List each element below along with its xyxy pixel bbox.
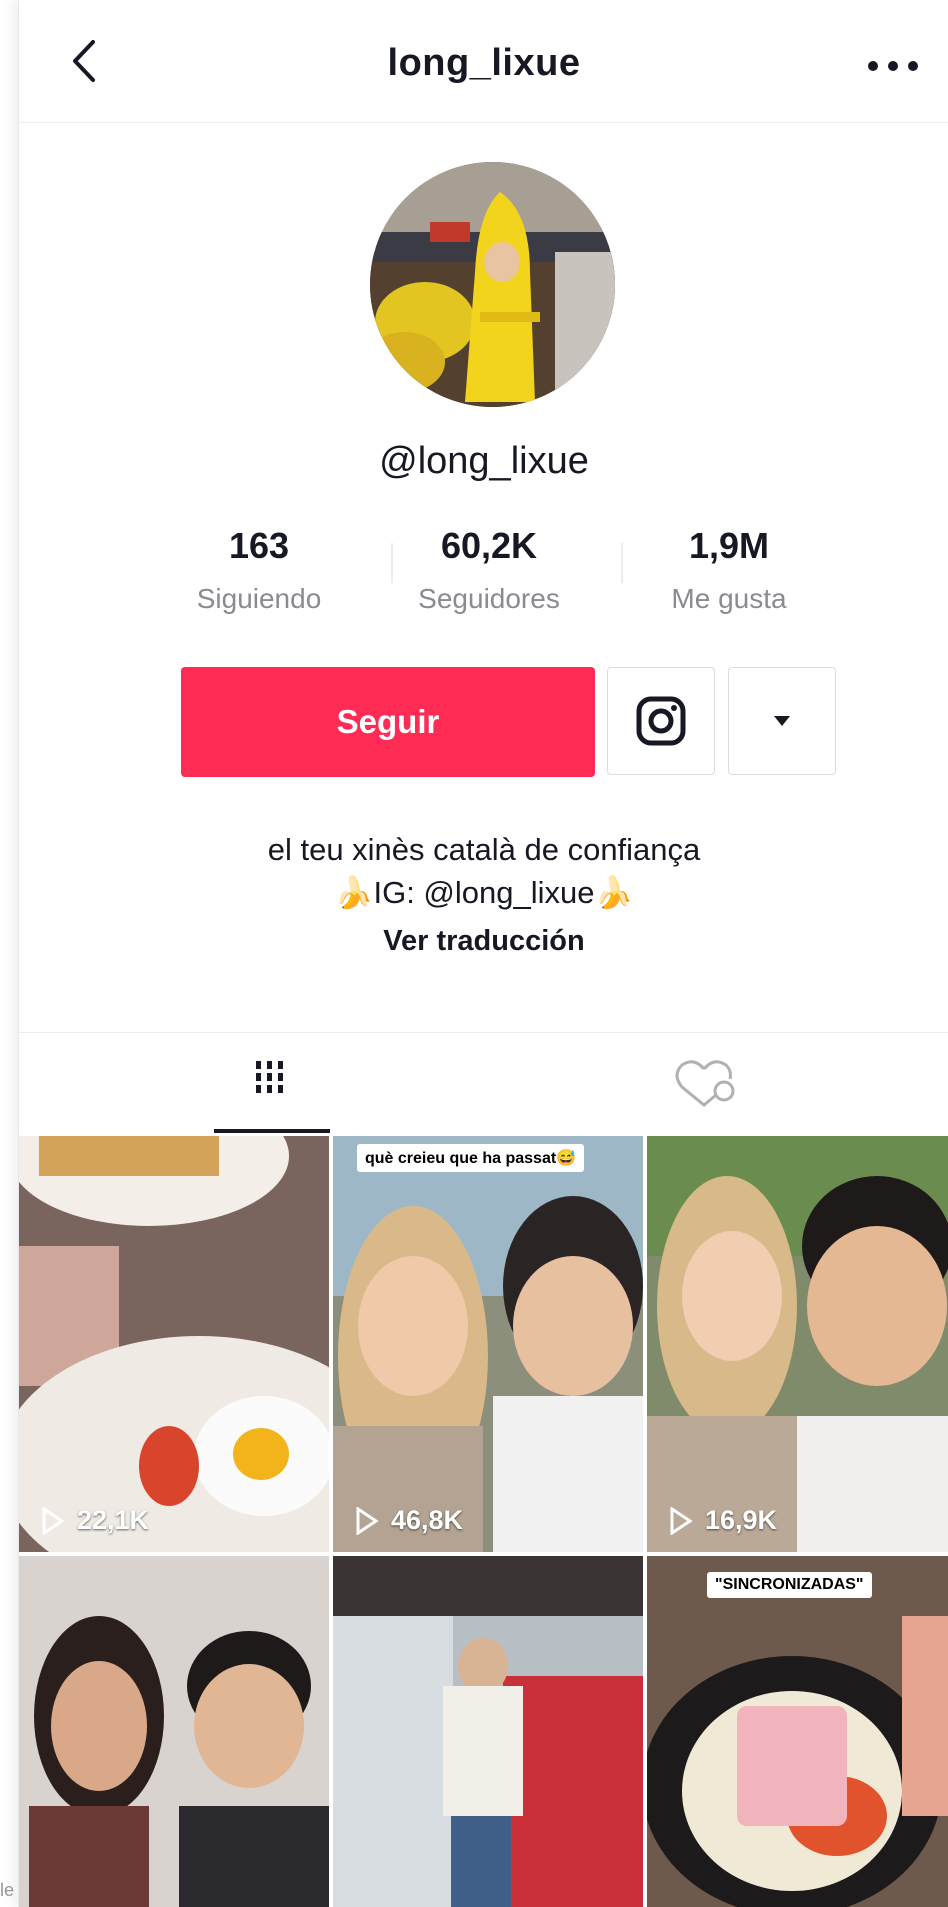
caret-down-icon [774,716,790,726]
avatar[interactable] [370,162,615,407]
view-count-text: 16,9K [705,1505,778,1535]
stat-label: Me gusta [671,583,787,614]
play-icon [670,1506,693,1535]
stat-followers[interactable]: 60,2K Seguidores [389,525,589,615]
stat-likes[interactable]: 1,9M Me gusta [629,525,829,615]
video-thumbnail[interactable] [333,1556,643,1907]
video-thumbnail[interactable]: què creieu que ha passat😅 46,8K [333,1136,643,1552]
username-handle: @long_lixue [379,440,589,482]
view-count: 16,9K [669,1505,777,1536]
video-thumbnail[interactable]: "SINCRONIZADAS" [647,1556,948,1907]
stat-label: Seguidores [418,583,560,614]
view-count-text: 22,1K [77,1505,150,1535]
banana-icon: 🍌 [594,875,634,911]
video-caption: "SINCRONIZADAS" [707,1572,872,1598]
stat-value: 163 [228,525,290,566]
play-icon [356,1506,379,1535]
view-count-text: 46,8K [391,1505,464,1535]
view-count: 46,8K [355,1505,463,1536]
ellipsis-icon [868,61,918,71]
instagram-button[interactable] [607,667,715,775]
heart-lock-icon [675,1060,735,1107]
video-grid: 22,1K què creieu que ha passat😅 46,8K 16… [19,1136,948,1907]
active-tab-indicator [214,1129,330,1133]
video-thumbnail[interactable] [19,1556,329,1907]
tab-videos[interactable] [19,1033,484,1133]
top-bar: long_lixue [19,0,948,123]
profile-stats: 163 Siguiendo 60,2K Seguidores 1,9M Me g… [159,525,819,625]
profile-actions: Seguir [181,667,841,777]
translate-link[interactable]: Ver traducción [19,925,948,958]
banana-icon: 🍌 [334,875,374,911]
bio-line-1: el teu xinès català de confiança [267,832,701,867]
stat-label: Siguiendo [196,583,322,614]
follow-button[interactable]: Seguir [181,667,595,777]
bio: el teu xinès català de confiança 🍌IG: @l… [19,828,948,915]
video-caption: què creieu que ha passat😅 [357,1144,585,1172]
more-options-button[interactable] [863,46,923,86]
tab-liked[interactable] [484,1033,948,1133]
bio-line-2: 🍌IG: @long_lixue🍌 [19,871,948,914]
instagram-icon [636,696,686,746]
stat-divider [621,543,623,583]
view-count: 22,1K [41,1505,149,1536]
video-thumbnail[interactable]: 16,9K [647,1136,948,1552]
stat-value: 1,9M [688,525,770,566]
grid-icon [256,1061,283,1093]
video-thumbnail[interactable]: 22,1K [19,1136,329,1552]
profile-screen: long_lixue @long_lixue 163 Siguiendo 60,… [18,0,948,1907]
suggested-accounts-button[interactable] [728,667,836,775]
stat-following[interactable]: 163 Siguiendo [159,525,359,615]
bio-instagram-text: IG: @long_lixue [373,875,595,911]
play-icon [42,1506,65,1535]
corner-text: le [0,1880,15,1900]
stat-value: 60,2K [440,525,538,566]
page-title: long_lixue [387,42,581,84]
profile-tabs [19,1032,948,1133]
